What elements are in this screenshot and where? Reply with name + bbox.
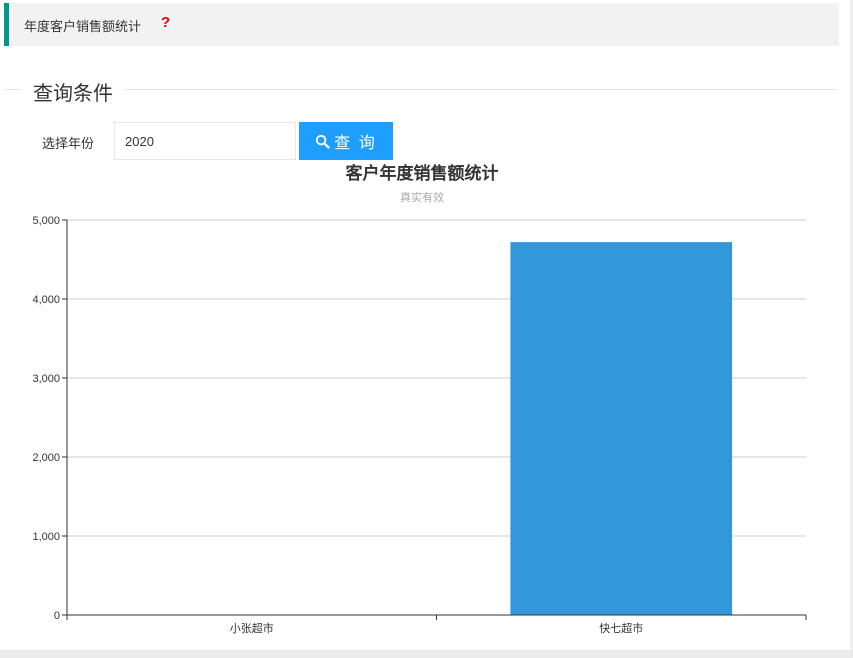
chart-bars <box>510 242 733 615</box>
x-axis-labels: 小张超市 快七超市 <box>230 621 644 635</box>
bar[interactable] <box>510 242 733 615</box>
y-tick-label: 0 <box>54 610 60 622</box>
page-footer-strip <box>0 650 853 658</box>
y-tick-label: 3,000 <box>32 373 60 385</box>
y-tick-label: 1,000 <box>32 531 60 543</box>
y-tick-label: 4,000 <box>32 294 60 306</box>
query-legend: 查询条件 <box>33 83 113 105</box>
page-header: 年度客户销售额统计 ? <box>4 3 839 46</box>
search-icon <box>315 134 330 149</box>
chart-title: 客户年度销售额统计 <box>345 163 499 183</box>
x-tick-label: 快七超市 <box>599 621 643 635</box>
fieldset-border-left <box>4 89 22 90</box>
y-tick-label: 2,000 <box>32 452 60 464</box>
x-tick-label: 小张超市 <box>230 621 274 635</box>
y-tick-label: 5,000 <box>32 215 60 227</box>
question-icon[interactable]: ? <box>161 14 170 31</box>
y-axis-labels: 0 1,000 2,000 3,000 4,000 5,000 <box>32 215 60 622</box>
sales-bar-chart: 客户年度销售额统计 真实有效 0 1,000 2,000 3,000 4,000 5,00… <box>32 163 807 635</box>
year-label: 选择年份 <box>42 136 95 151</box>
chart-subtitle: 真实有效 <box>400 190 444 204</box>
fieldset-border-right <box>124 89 838 90</box>
search-button-label: 查 询 <box>334 135 377 152</box>
page-title: 年度客户销售额统计 <box>24 19 142 34</box>
